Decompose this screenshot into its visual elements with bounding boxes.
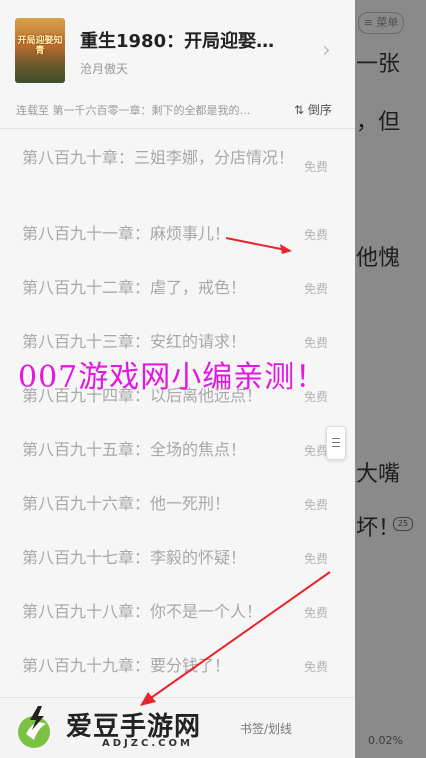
chapter-title: 第八百九十九章：要分钱了！ [22, 656, 231, 675]
chapter-title: 第八百九十一章：麻烦事儿！ [22, 224, 231, 243]
free-badge: 免费 [304, 660, 329, 674]
book-cover[interactable]: 开局迎娶知青 [15, 18, 65, 83]
scroll-handle-icon[interactable] [326, 426, 346, 460]
reader-text-line: 大嘴 [356, 462, 401, 487]
chapter-title: 第八百九十五章：全场的焦点！ [22, 440, 247, 459]
free-badge: 免费 [304, 444, 329, 458]
chapter-title: 第八百九十章：三姐李娜，分店情况！ [22, 148, 295, 167]
reader-menu-button[interactable]: ≡ 菜单 [358, 12, 404, 34]
logo-subtext: ADJZC.COM [102, 738, 193, 749]
free-badge: 免费 [304, 228, 329, 242]
chapter-title: 第八百九十二章：虐了，戒色！ [22, 278, 247, 297]
site-logo: 爱豆手游网 ADJZC.COM [6, 702, 256, 754]
free-badge: 免费 [304, 336, 329, 350]
status-row: 连载至 第一千六百零一章：剩下的全都是我的… ⇅ 倒序 [0, 92, 355, 129]
watermark-text: 007游戏网小编亲测！ [18, 360, 327, 395]
book-header[interactable]: 开局迎娶知青 重生1980：开局迎娶… 沧月傲天 › [0, 0, 355, 92]
comment-icon[interactable]: 25 [393, 517, 413, 531]
serial-status: 连载至 第一千六百零一章：剩下的全都是我的… [16, 104, 251, 117]
logo-icon [18, 706, 50, 748]
chapter-title: 第八百九十三章：安红的请求！ [22, 332, 247, 351]
free-badge: 免费 [304, 552, 329, 566]
free-badge: 免费 [304, 282, 329, 296]
book-author: 沧月傲天 [80, 62, 129, 76]
chapter-title: 第八百九十七章：李毅的怀疑！ [22, 548, 247, 567]
free-badge: 免费 [304, 160, 329, 174]
free-badge: 免费 [304, 606, 329, 620]
chevron-right-icon[interactable]: › [322, 38, 331, 63]
chapter-title: 第八百九十八章：你不是一个人！ [22, 602, 263, 621]
reader-text-line: 他愧 [356, 246, 401, 271]
reading-progress: 0.02% [368, 734, 403, 747]
free-badge: 免费 [304, 498, 329, 512]
book-title: 重生1980：开局迎娶… [80, 31, 275, 52]
book-cover-text: 开局迎娶知青 [17, 36, 63, 56]
reader-text-line: 一张 [356, 52, 401, 77]
reader-text-line: ，但 [356, 110, 401, 135]
sort-button[interactable]: ⇅ 倒序 [294, 101, 332, 118]
chapter-title: 第八百九十六章：他一死刑！ [22, 494, 231, 513]
